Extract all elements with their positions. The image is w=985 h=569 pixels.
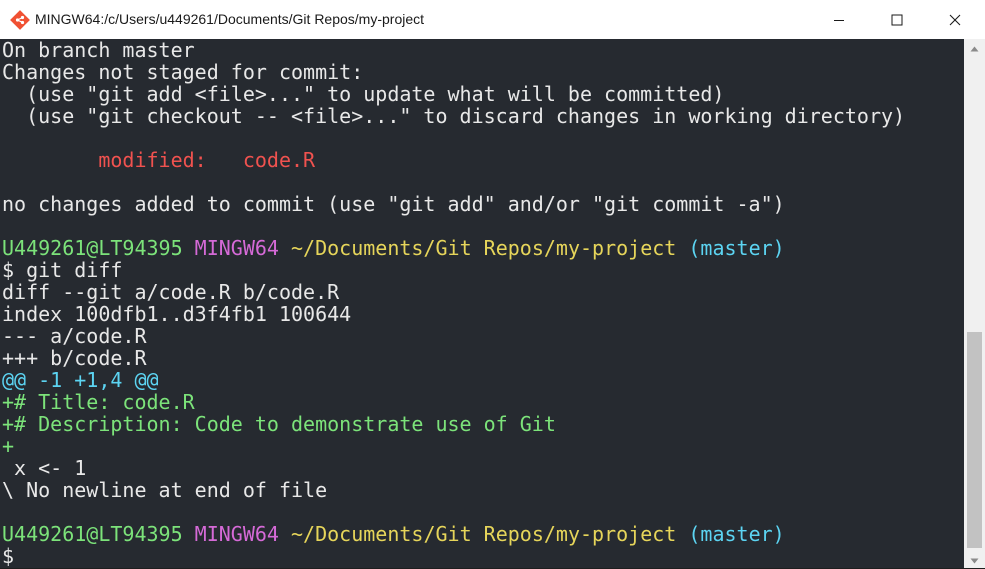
terminal-line: \ No newline at end of file <box>2 478 328 502</box>
scroll-up-arrow-icon <box>970 39 979 57</box>
minimize-button[interactable] <box>810 0 868 39</box>
terminal-line: modified: code.R <box>2 148 316 172</box>
terminal-line: On branch master <box>2 39 195 62</box>
close-button[interactable] <box>926 0 984 39</box>
terminal-line: $ git diff <box>2 258 123 282</box>
terminal-line: index 100dfb1..d3f4fb1 100644 <box>2 302 352 326</box>
minimize-icon <box>833 14 845 26</box>
terminal-line: + <box>2 434 15 458</box>
terminal-line: (use "git checkout -- <file>..." to disc… <box>2 104 906 128</box>
scroll-thumb[interactable] <box>967 332 982 548</box>
prompt-mingw: MINGW64 <box>194 522 279 546</box>
window-title: MINGW64:/c/Users/u449261/Documents/Git R… <box>35 11 425 27</box>
prompt-line: U449261@LT94395 MINGW64 ~/Documents/Git … <box>2 523 905 545</box>
terminal-output[interactable]: On branch master Changes not staged for c… <box>0 39 964 568</box>
terminal-line: +# Title: code.R <box>2 390 195 414</box>
scroll-up-button[interactable] <box>964 39 985 56</box>
maximize-button[interactable] <box>868 0 926 39</box>
prompt-user-host: U449261@LT94395 <box>2 522 183 546</box>
terminal-line: +# Description: Code to demonstrate use … <box>2 412 556 436</box>
terminal-line: Changes not staged for commit: <box>2 60 364 84</box>
prompt-user-host: U449261@LT94395 <box>2 236 183 260</box>
prompt-mingw: MINGW64 <box>194 236 279 260</box>
title-bar[interactable]: MINGW64:/c/Users/u449261/Documents/Git R… <box>0 0 985 39</box>
prompt-path: ~/Documents/Git Repos/my-project <box>291 236 677 260</box>
terminal-lines: On branch master Changes not staged for c… <box>2 39 905 567</box>
terminal-line: --- a/code.R <box>2 324 147 348</box>
terminal-line: diff --git a/code.R b/code.R <box>2 280 340 304</box>
prompt-branch: (master) <box>688 236 785 260</box>
terminal-line: (use "git add <file>..." to update what … <box>2 82 725 106</box>
git-bash-window: MINGW64:/c/Users/u449261/Documents/Git R… <box>0 0 985 568</box>
terminal-line: no changes added to commit (use "git add… <box>2 192 785 216</box>
terminal-line: @@ -1 +1,4 @@ <box>2 368 159 392</box>
prompt-line: U449261@LT94395 MINGW64 ~/Documents/Git … <box>2 237 905 259</box>
git-bash-icon[interactable] <box>10 10 30 30</box>
close-icon <box>949 14 961 26</box>
prompt-path: ~/Documents/Git Repos/my-project <box>291 522 677 546</box>
terminal-line: +++ b/code.R <box>2 346 147 370</box>
maximize-icon <box>891 14 903 26</box>
terminal-line: $ <box>2 544 15 568</box>
scroll-down-arrow-icon <box>970 551 979 569</box>
scroll-down-button[interactable] <box>964 551 985 568</box>
terminal-line: x <- 1 <box>2 456 87 480</box>
vertical-scrollbar[interactable] <box>964 39 985 568</box>
prompt-branch: (master) <box>688 522 785 546</box>
